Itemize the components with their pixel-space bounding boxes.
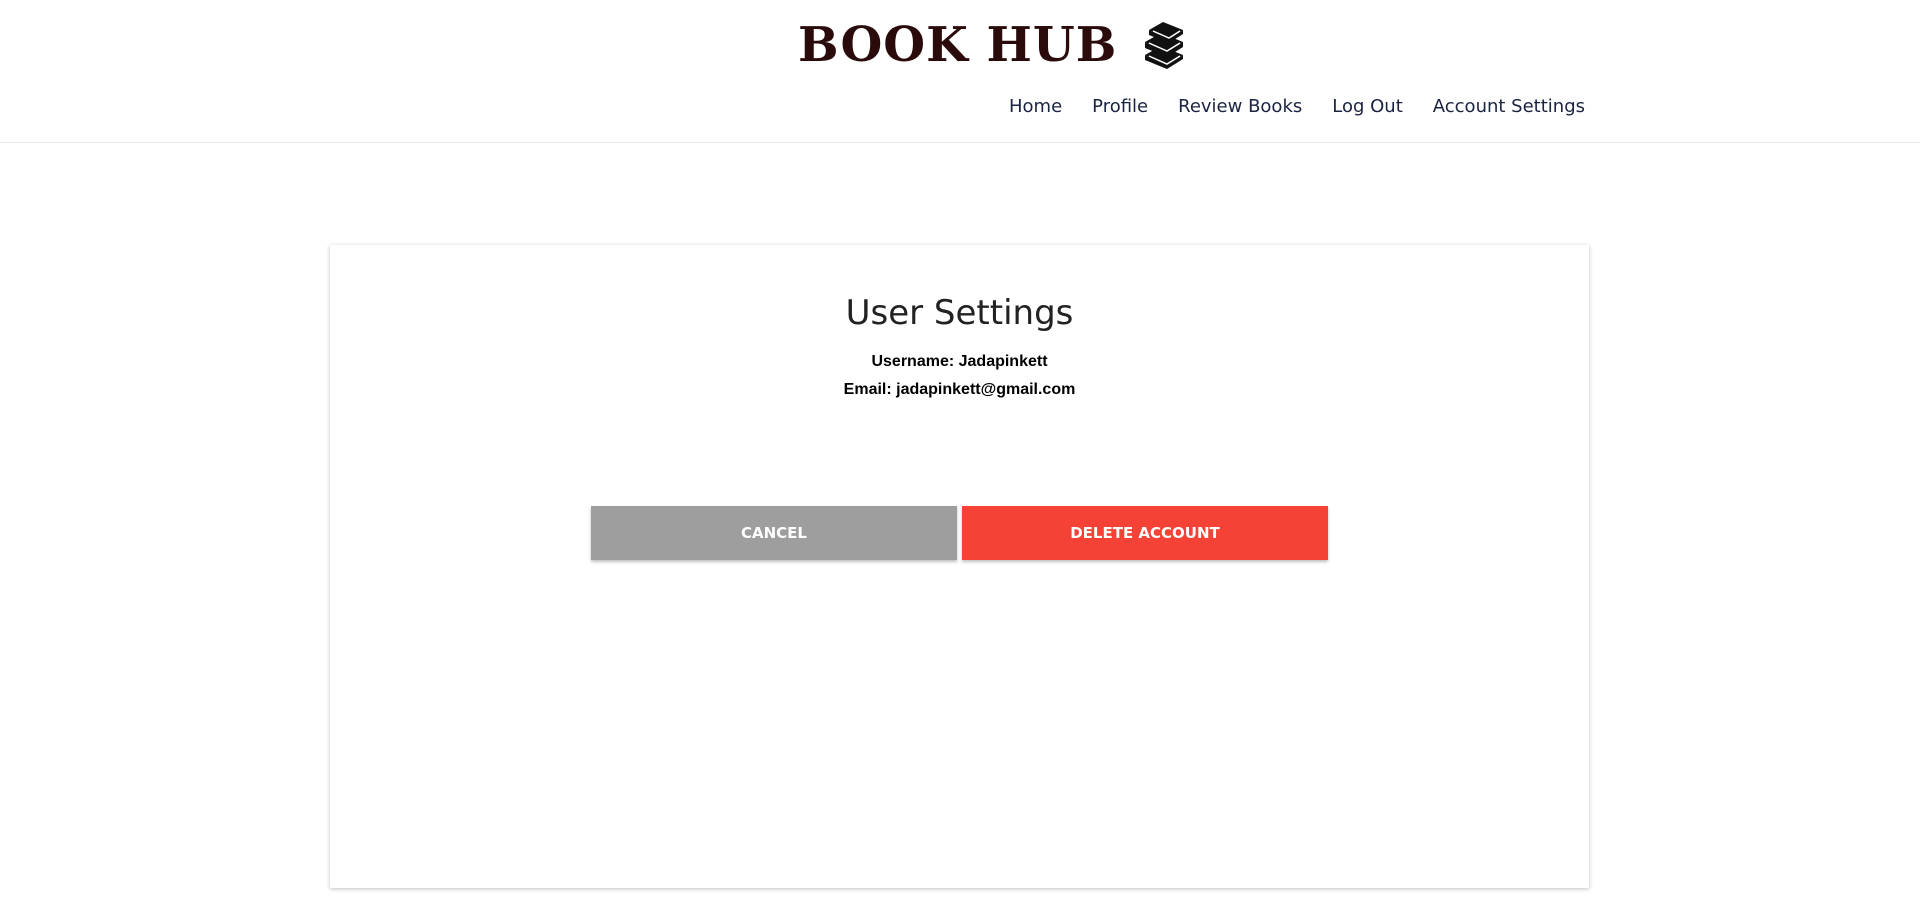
nav-log-out[interactable]: Log Out [1332, 96, 1403, 117]
cancel-button[interactable]: CANCEL [591, 506, 957, 560]
books-stack-icon [1141, 21, 1187, 69]
site-header: BOOK HUB Home Profile Review Books Log O… [0, 0, 1920, 143]
nav-account-settings[interactable]: Account Settings [1433, 96, 1585, 117]
brand-title: BOOK HUB [798, 17, 1118, 73]
page-title: User Settings [845, 293, 1074, 333]
username-text: Username: Jadapinkett [871, 353, 1048, 370]
delete-account-button[interactable]: DELETE ACCOUNT [962, 506, 1328, 560]
main-nav: Home Profile Review Books Log Out Accoun… [979, 96, 1585, 117]
nav-home[interactable]: Home [1009, 96, 1062, 117]
user-settings-card: User Settings Username: Jadapinkett Emai… [330, 245, 1589, 888]
nav-review-books[interactable]: Review Books [1178, 96, 1302, 117]
nav-profile[interactable]: Profile [1092, 96, 1148, 117]
email-text: Email: jadapinkett@gmail.com [843, 381, 1076, 398]
brand-logo[interactable]: BOOK HUB [798, 10, 1187, 80]
